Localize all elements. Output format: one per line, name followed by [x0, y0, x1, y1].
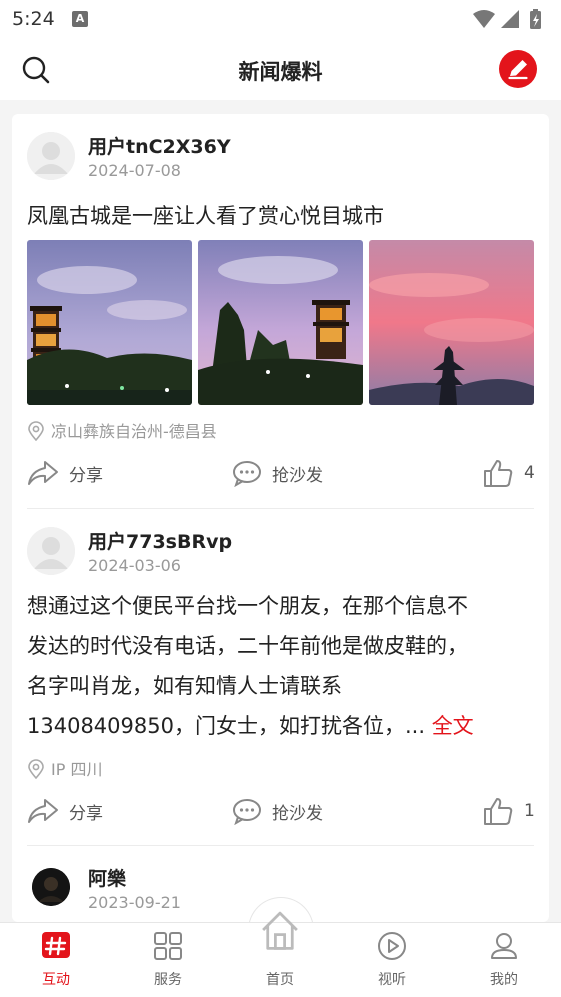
tab-profile[interactable]: 我的 [448, 923, 560, 997]
tab-interact[interactable]: 互动 [0, 923, 112, 997]
location-pin-icon [28, 759, 44, 780]
post-image[interactable] [369, 240, 534, 405]
comment-icon [233, 799, 261, 825]
post-content-line: 发达的时代没有电话，二十年前他是做皮鞋的， [27, 634, 468, 658]
signal-icon [501, 10, 519, 28]
page-title: 新闻爆料 [238, 60, 323, 84]
share-label: 分享 [69, 803, 103, 824]
avatar[interactable] [32, 868, 70, 906]
share-icon [28, 799, 58, 823]
post-location-text: IP 四川 [51, 760, 103, 779]
post-location: IP 四川 [27, 756, 102, 780]
feed-list: 用户tnC2X36Y 2024-07-08 凤凰古城是一座让人看了赏心悦目城市 [12, 114, 549, 922]
grid-icon [154, 932, 182, 960]
post-username[interactable]: 用户773sBRvp [88, 527, 232, 554]
share-label: 分享 [69, 465, 103, 486]
feed-post[interactable]: 用户773sBRvp 2024-03-06 想通过这个便民平台找一个朋友，在那个… [12, 508, 549, 846]
location-pin-icon [28, 421, 44, 442]
like-count: 1 [524, 801, 535, 821]
comment-label: 抢沙发 [272, 803, 323, 824]
status-time: 5:24 [12, 8, 55, 30]
tab-label: 视听 [378, 972, 406, 988]
user-icon [491, 933, 517, 959]
post-image[interactable] [198, 240, 363, 405]
read-more-link[interactable]: 全文 [432, 714, 474, 738]
post-images [27, 240, 534, 405]
post-date: 2024-07-08 [88, 161, 181, 180]
play-icon [378, 932, 406, 960]
share-button[interactable]: 分享 [27, 791, 103, 831]
status-bar: 5:24 A [0, 0, 561, 40]
post-content-line: 想通过这个便民平台找一个朋友，在那个信息不 [27, 594, 468, 618]
notification-a-icon: A [72, 11, 88, 27]
like-count: 4 [524, 463, 535, 483]
thumbs-up-icon [484, 460, 513, 487]
wifi-icon [473, 10, 495, 28]
tab-media[interactable]: 视听 [336, 923, 448, 997]
tab-label: 服务 [154, 972, 182, 988]
feed-post[interactable]: 用户tnC2X36Y 2024-07-08 凤凰古城是一座让人看了赏心悦目城市 [12, 114, 549, 509]
post-image[interactable] [27, 240, 192, 405]
system-indicators [473, 9, 541, 29]
post-date: 2023-09-21 [88, 893, 181, 912]
home-icon [262, 911, 298, 950]
post-actions: 分享 抢沙发 4 [27, 453, 535, 493]
post-location-text: 凉山彝族自治州-德昌县 [51, 422, 217, 441]
post-username[interactable]: 用户tnC2X36Y [88, 132, 231, 159]
post-content-line: 13408409850，门女士，如打扰各位，... [27, 714, 425, 738]
post-username[interactable]: 阿樂 [88, 864, 126, 891]
post-content-line-last: 13408409850，门女士，如打扰各位，... 全文 [27, 706, 537, 746]
tab-home[interactable]: 首页 [224, 911, 336, 997]
avatar[interactable] [27, 527, 75, 575]
post-content[interactable]: 想通过这个便民平台找一个朋友，在那个信息不 发达的时代没有电话，二十年前他是做皮… [27, 586, 537, 746]
app-header: 新闻爆料 [0, 40, 561, 100]
post-actions: 分享 抢沙发 1 [27, 791, 535, 831]
bottom-tab-bar: 互动 服务 首页 视听 我的 [0, 911, 561, 997]
like-button[interactable]: 4 [482, 453, 535, 493]
comment-label: 抢沙发 [272, 465, 323, 486]
like-button[interactable]: 1 [482, 791, 535, 831]
tab-services[interactable]: 服务 [112, 923, 224, 997]
post-content-line: 名字叫肖龙，如有知情人士请联系 [27, 674, 342, 698]
pencil-icon [508, 60, 528, 80]
tab-label: 互动 [42, 972, 70, 988]
share-button[interactable]: 分享 [27, 453, 103, 493]
post-content[interactable]: 凤凰古城是一座让人看了赏心悦目城市 [27, 200, 537, 230]
hash-icon [42, 932, 70, 958]
share-icon [28, 461, 58, 485]
compose-button[interactable] [499, 50, 537, 88]
tab-label: 我的 [490, 972, 518, 988]
post-date: 2024-03-06 [88, 556, 181, 575]
comment-button[interactable]: 抢沙发 [232, 453, 323, 493]
battery-icon [530, 9, 541, 29]
comment-button[interactable]: 抢沙发 [232, 791, 323, 831]
comment-icon [233, 461, 261, 487]
thumbs-up-icon [484, 798, 513, 825]
avatar[interactable] [27, 132, 75, 180]
post-location: 凉山彝族自治州-德昌县 [27, 418, 217, 442]
tab-label: 首页 [266, 972, 294, 988]
